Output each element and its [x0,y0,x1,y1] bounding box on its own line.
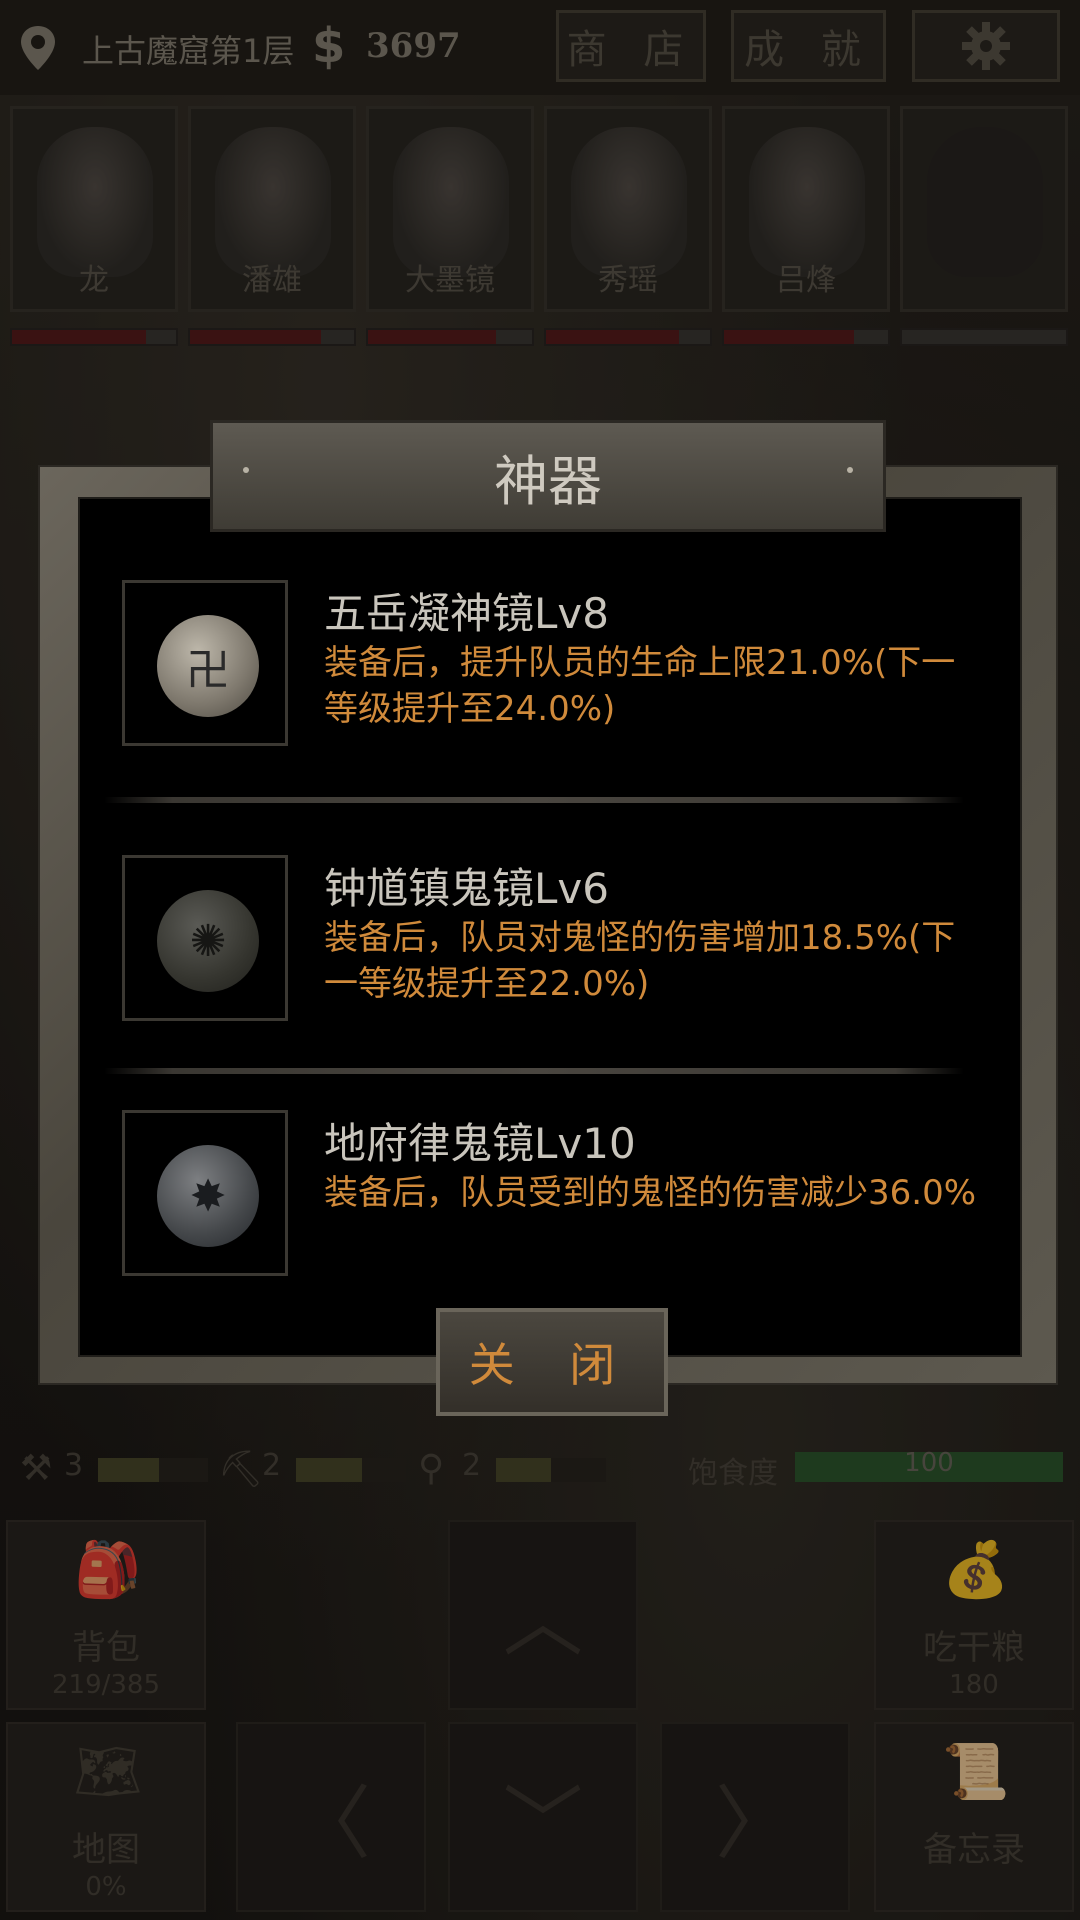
close-button[interactable]: 关 闭 [436,1308,668,1416]
mirror-icon: 卍 [157,615,259,717]
artifact-name: 钟馗镇鬼镜Lv6 [324,864,609,913]
mirror-icon: ✸ [157,1145,259,1247]
artifact-icon-frame: ✸ [122,1110,288,1276]
artifact-description: 装备后，队员受到的鬼怪的伤害减少36.0% [324,1173,977,1213]
divider [104,1068,964,1074]
dialog-title: 神器 [494,449,602,513]
artifact-icon-frame: ✺ [122,855,288,1021]
divider [104,797,964,803]
artifact-name: 地府律鬼镜Lv10 [324,1119,636,1168]
mirror-icon: ✺ [157,890,259,992]
dialog-title-plate: 神器 [210,420,886,532]
artifact-name: 五岳凝神镜Lv8 [324,589,609,638]
artifact-icon-frame: 卍 [122,580,288,746]
artifact-description: 装备后，队员对鬼怪的伤害增加18.5%(下一等级提升至22.0%) [324,918,956,1004]
artifact-description: 装备后，提升队员的生命上限21.0%(下一等级提升至24.0%) [324,643,956,729]
